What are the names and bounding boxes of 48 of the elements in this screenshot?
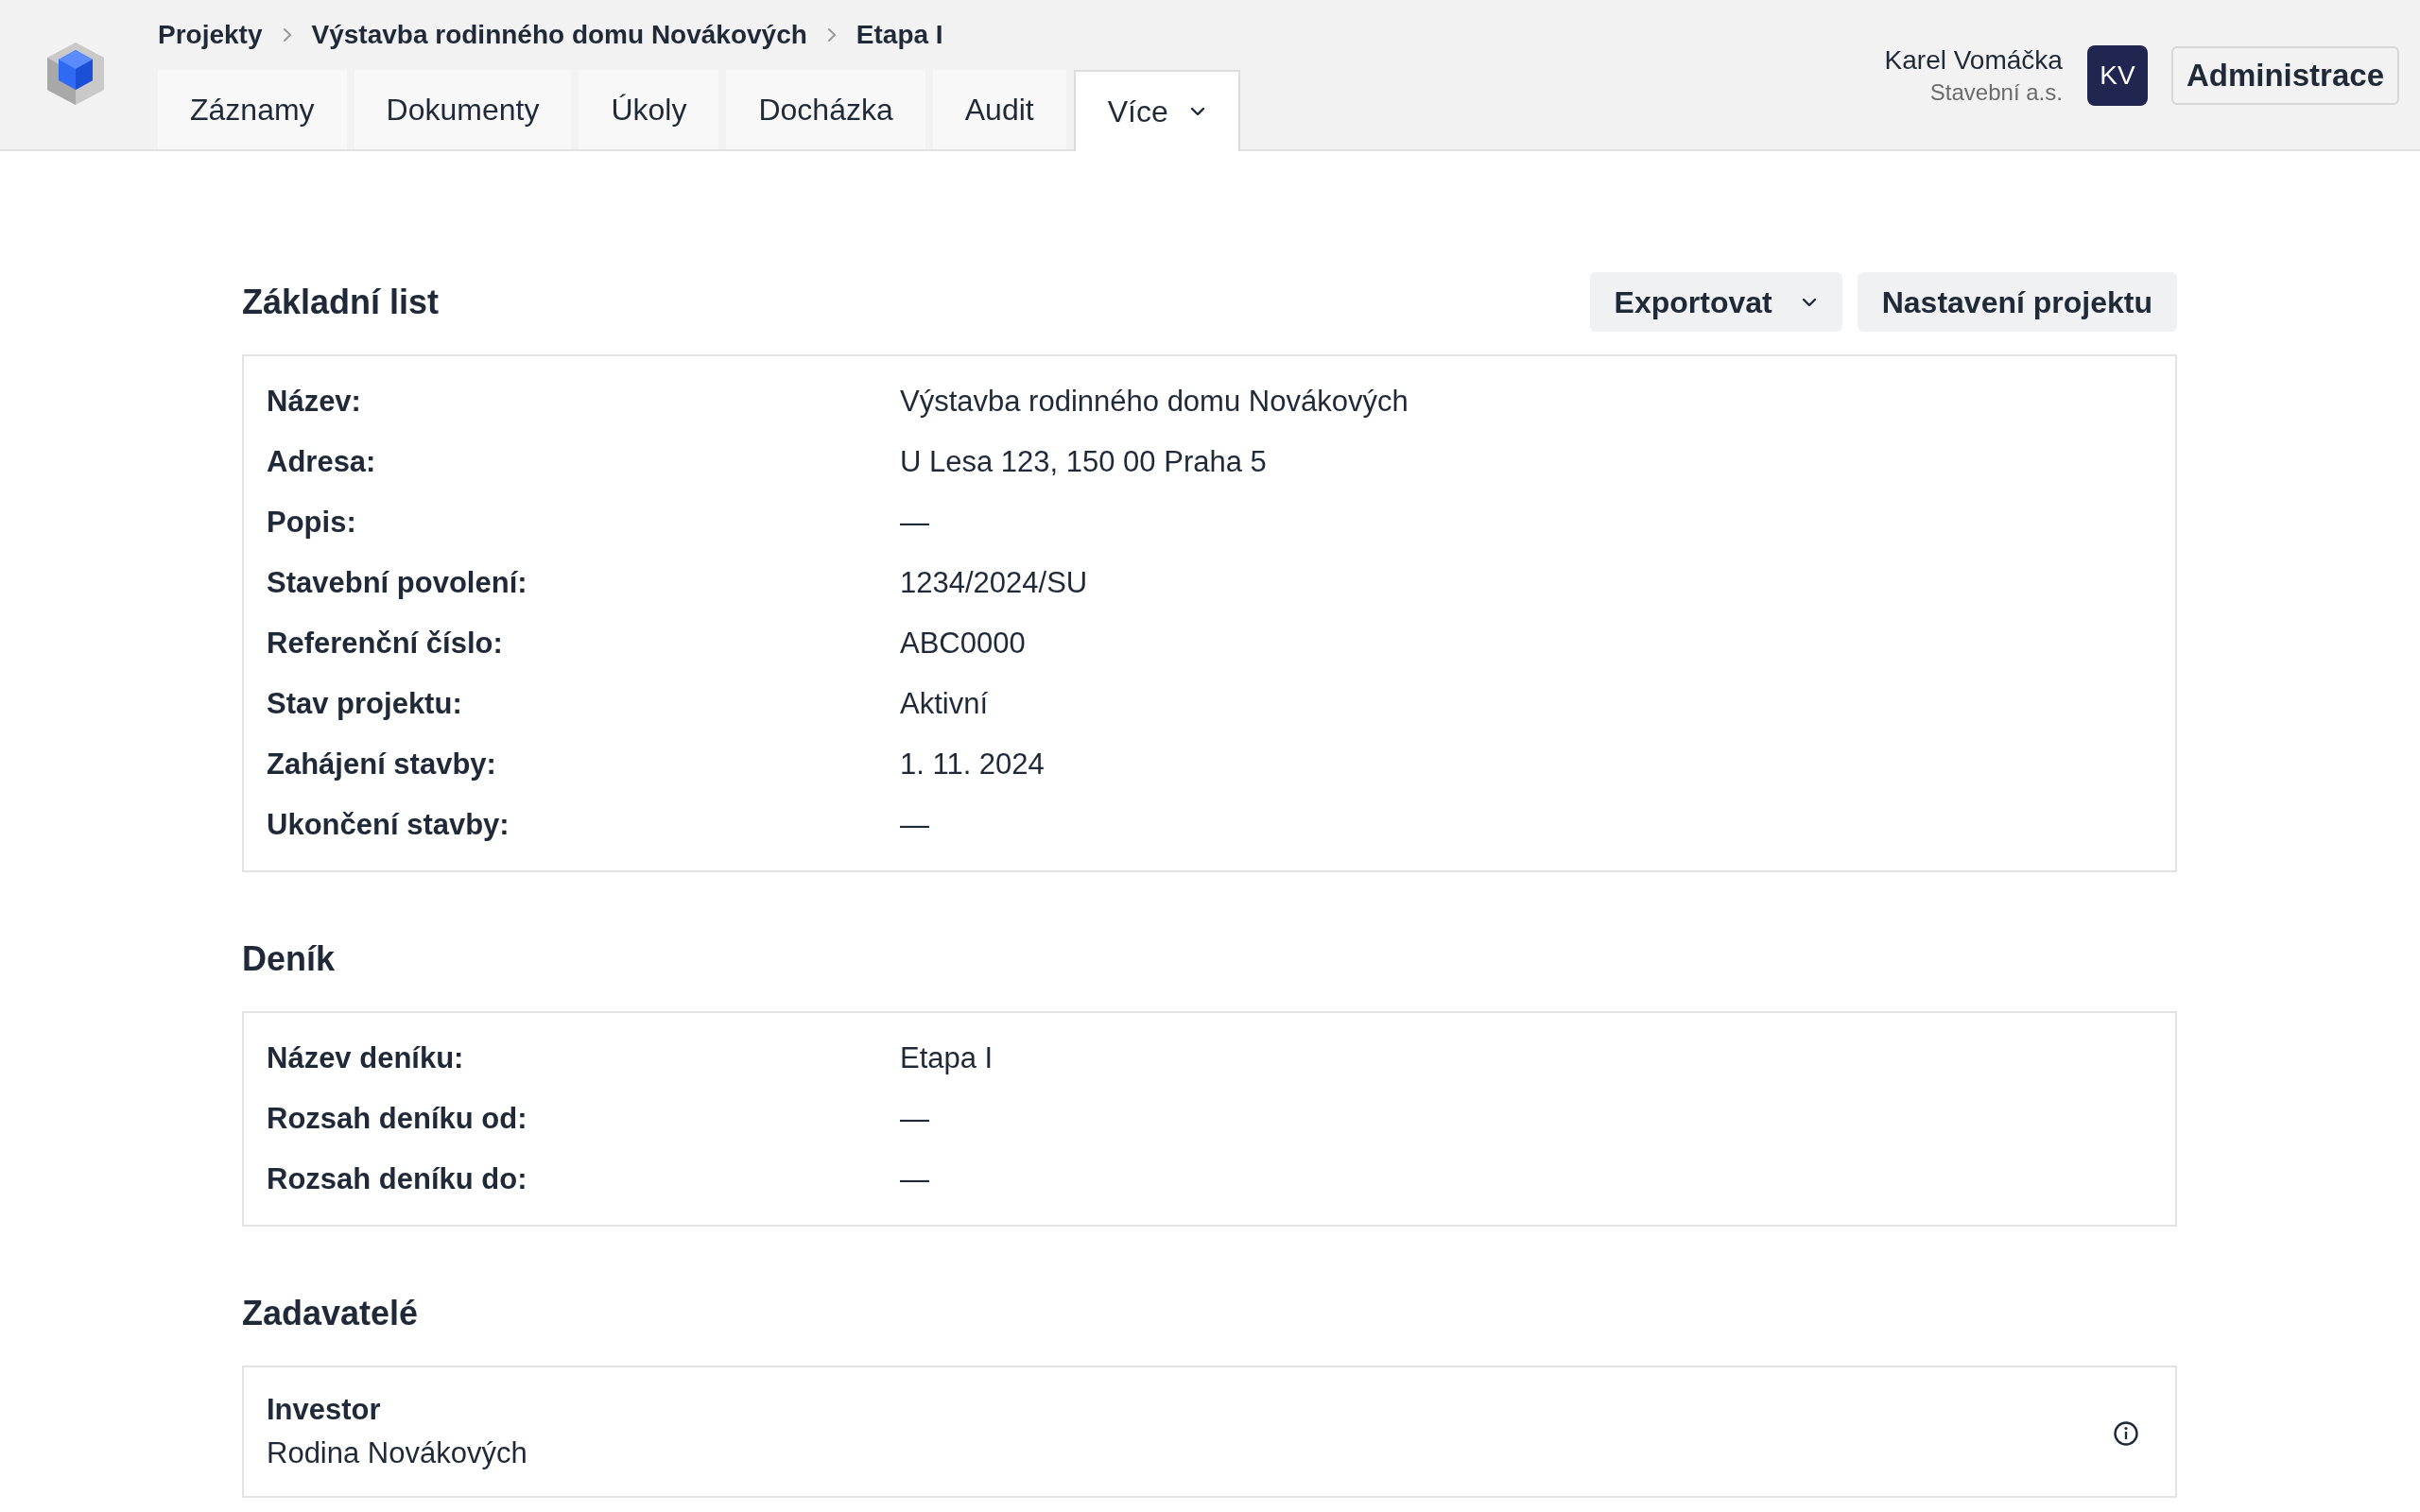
field-value: 1234/2024/SU — [900, 564, 1088, 601]
breadcrumb-link[interactable]: Projekty — [158, 15, 263, 55]
nav-tab[interactable]: Úkoly — [579, 70, 719, 149]
nav-tab[interactable]: Záznamy — [158, 70, 347, 149]
party-name: Rodina Novákových — [267, 1435, 527, 1471]
field-value: Etapa I — [900, 1040, 994, 1076]
field-label: Rozsah deníku od: — [267, 1100, 528, 1137]
chevron-right-icon — [825, 26, 838, 43]
field-value: — — [900, 1100, 929, 1137]
field-value: — — [900, 1160, 929, 1197]
chevron-down-icon — [1188, 106, 1206, 117]
party-role: Investor — [267, 1392, 382, 1428]
nav-tab[interactable]: Docházka — [726, 70, 925, 149]
breadcrumb-link[interactable]: Etapa I — [856, 15, 943, 55]
field-label: Název: — [267, 383, 362, 420]
settings-button[interactable]: Nastavení projektu — [1857, 272, 2177, 332]
field-label: Ukončení stavby: — [267, 806, 510, 843]
field-value: U Lesa 123, 150 00 Praha 5 — [900, 443, 1267, 480]
field-label: Referenční číslo: — [267, 625, 504, 662]
nav-tab[interactable]: Dokumenty — [354, 70, 572, 149]
company-name: Stavební a.s. — [1929, 78, 2063, 107]
field-label: Adresa: — [267, 443, 377, 480]
field-label: Stavební povolení: — [267, 564, 528, 601]
chevron-down-icon — [1800, 296, 1818, 308]
breadcrumb-link[interactable]: Výstavba rodinného domu Novákových — [311, 15, 807, 55]
info-icon[interactable] — [2113, 1420, 2139, 1447]
field-value: 1. 11. 2024 — [900, 746, 1045, 782]
section-title: Zadavatelé — [242, 1292, 419, 1334]
section-title: Základní list — [242, 281, 440, 323]
export-menu-button[interactable]: Exportovat — [1589, 272, 1842, 332]
field-label: Rozsah deníku do: — [267, 1160, 528, 1197]
admin-button[interactable]: Administrace — [2170, 46, 2399, 105]
field-value: Aktivní — [900, 685, 989, 722]
nav-tab[interactable]: Audit — [932, 70, 1066, 149]
nav-tab[interactable]: Více — [1073, 70, 1240, 151]
user-name: Karel Vomáčka — [1884, 44, 2063, 77]
cube-logo-icon — [47, 43, 104, 105]
field-value: — — [900, 504, 929, 541]
chevron-right-icon — [281, 26, 293, 43]
field-value: Výstavba rodinného domu Novákových — [900, 383, 1409, 420]
field-label: Zahájení stavby: — [267, 746, 497, 782]
field-label: Název deníku: — [267, 1040, 465, 1076]
field-value: ABC0000 — [900, 625, 1026, 662]
section-title: Deník — [242, 937, 336, 980]
field-value: — — [900, 806, 929, 843]
field-label: Stav projektu: — [267, 685, 463, 722]
field-label: Popis: — [267, 504, 357, 541]
user-avatar[interactable]: KV — [2086, 45, 2148, 106]
